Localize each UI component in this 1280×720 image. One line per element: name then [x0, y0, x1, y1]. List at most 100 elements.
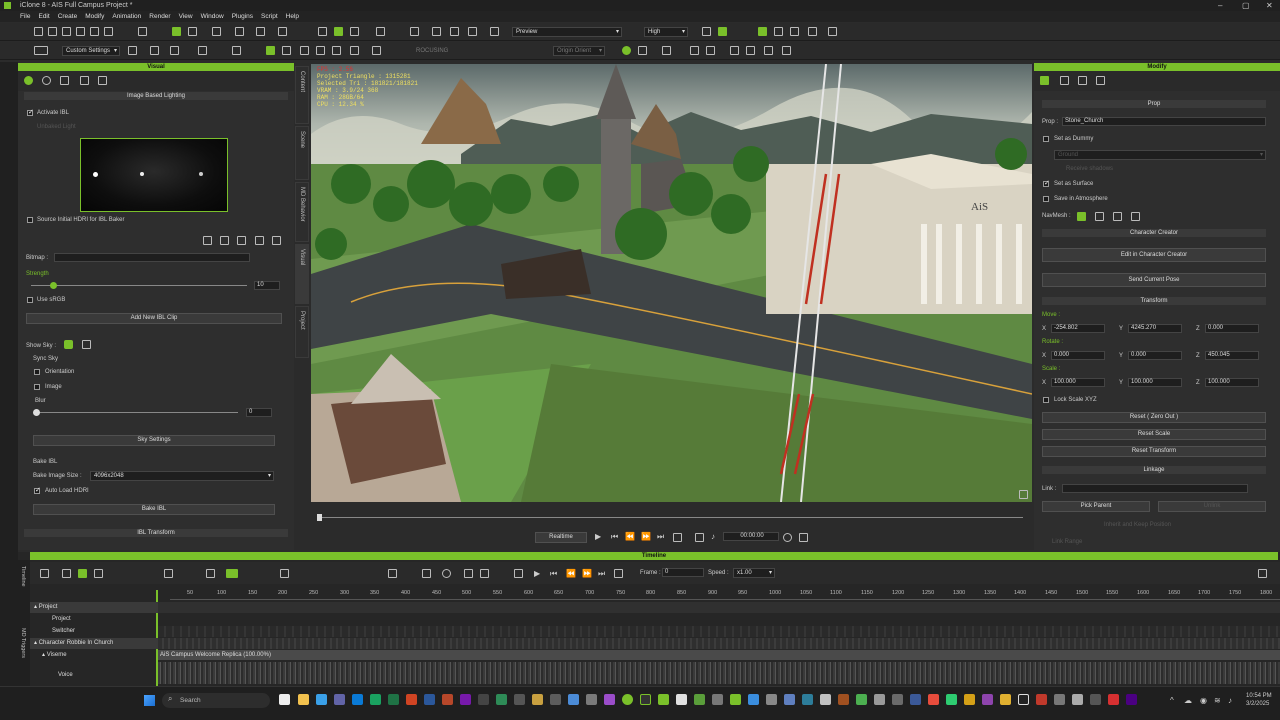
mirror-icon[interactable] — [690, 46, 699, 55]
tray-cloud-icon[interactable]: ☁ — [1184, 696, 1192, 705]
transform-header[interactable]: Transform — [1042, 297, 1266, 305]
multi-view-icon[interactable] — [468, 27, 477, 36]
app-icon-9[interactable] — [604, 694, 615, 705]
app-icon-3[interactable] — [496, 694, 507, 705]
grid-toggle-icon[interactable] — [316, 46, 325, 55]
use-srgb-checkbox[interactable] — [27, 297, 33, 303]
box-tab-icon[interactable] — [80, 76, 89, 85]
save-hdri-icon[interactable] — [220, 236, 229, 245]
iclone-icon[interactable] — [640, 694, 651, 705]
effect-tab-icon[interactable] — [98, 76, 107, 85]
speed-dropdown[interactable]: x1.00 — [733, 568, 775, 578]
loop-icon[interactable] — [673, 533, 682, 542]
physics-tab-icon[interactable] — [1096, 76, 1105, 85]
rotate-y-field[interactable]: 0.000 — [1128, 351, 1182, 360]
realtime-dropdown[interactable]: Realtime — [535, 532, 587, 543]
render-quality-dropdown[interactable]: Preview — [512, 27, 622, 37]
orientation-checkbox[interactable] — [34, 369, 40, 375]
menu-edit[interactable]: Edit — [38, 11, 49, 22]
wifi-icon[interactable]: ≋ — [1214, 696, 1221, 705]
app-icon-24[interactable] — [910, 694, 921, 705]
track-viseme[interactable]: ▴ Viseme — [30, 650, 168, 661]
md-triggers-tab[interactable]: MD Triggers — [20, 628, 26, 658]
sliders-icon[interactable] — [706, 46, 715, 55]
scale-icon[interactable] — [235, 27, 244, 36]
to-start-icon[interactable]: ⏮ — [611, 532, 618, 542]
menu-create[interactable]: Create — [58, 11, 78, 22]
prop-section-header[interactable]: Prop — [1042, 100, 1266, 108]
tl-start-icon[interactable]: ⏮ — [550, 569, 557, 579]
open-icon[interactable] — [48, 27, 57, 36]
switcher-track-lane[interactable] — [158, 626, 1280, 637]
blur-value[interactable]: 0 — [246, 408, 272, 417]
menu-view[interactable]: View — [179, 11, 193, 22]
character-creator-header[interactable]: Character Creator — [1042, 229, 1266, 237]
app-icon-11[interactable] — [676, 694, 687, 705]
pivot-icon[interactable] — [198, 46, 207, 55]
app-icon-21[interactable] — [856, 694, 867, 705]
set-surface-checkbox[interactable] — [1043, 179, 1050, 187]
maximize-button[interactable]: ▢ — [1242, 0, 1250, 11]
pick-icon[interactable] — [266, 46, 275, 55]
app-icon-31[interactable] — [1036, 694, 1047, 705]
app-icon-19[interactable] — [820, 694, 831, 705]
custom-settings-dropdown[interactable]: Custom Settings — [62, 46, 120, 56]
app-icon-16[interactable] — [766, 694, 777, 705]
app-icon-8[interactable] — [586, 694, 597, 705]
lock-icon[interactable] — [128, 46, 137, 55]
strength-slider-track[interactable] — [31, 282, 247, 289]
flag-icon[interactable] — [774, 27, 783, 36]
import-icon[interactable] — [76, 27, 85, 36]
render-icon[interactable] — [104, 27, 113, 36]
material-tab-icon[interactable] — [1078, 76, 1087, 85]
ibl-section-header[interactable]: Image Based Lighting — [24, 92, 288, 100]
blur-slider-track[interactable] — [33, 409, 238, 416]
track-switcher[interactable]: Switcher — [30, 626, 168, 637]
image-tab-icon[interactable] — [60, 76, 69, 85]
navmesh-obstacle-icon[interactable] — [1095, 212, 1104, 221]
camera-switch-icon[interactable] — [828, 27, 837, 36]
auto-load-hdri-checkbox[interactable] — [34, 486, 41, 494]
tl-end-icon[interactable]: ⏭ — [598, 569, 605, 579]
app-icon-23[interactable] — [892, 694, 903, 705]
link-field[interactable] — [1062, 484, 1248, 493]
strength-slider-thumb[interactable] — [49, 282, 57, 289]
puppet-icon[interactable] — [282, 46, 291, 55]
screen-icon[interactable] — [695, 533, 704, 542]
send-pose-button[interactable]: Send Current Pose — [1042, 273, 1266, 287]
app-icon-27[interactable] — [964, 694, 975, 705]
marker-icon[interactable] — [480, 569, 489, 578]
scale-z-field[interactable]: 100.000 — [1205, 378, 1259, 387]
viewport-expand-icon[interactable] — [1019, 490, 1028, 499]
ibl-transform-header[interactable]: IBL Transform — [24, 529, 288, 537]
app-icon-32[interactable] — [1054, 694, 1065, 705]
close-button[interactable]: ✕ — [1266, 0, 1273, 11]
app-icon-29[interactable] — [1000, 694, 1011, 705]
voice-waveform[interactable] — [158, 662, 1280, 684]
sim-icon[interactable] — [718, 27, 727, 36]
reset-zero-button[interactable]: Reset ( Zero Out ) — [1042, 412, 1266, 423]
nav-icon[interactable] — [758, 27, 767, 36]
side-tab-md-behavior[interactable]: MD Behavior — [295, 182, 309, 242]
app-icon-1[interactable] — [442, 694, 453, 705]
layout-icon[interactable] — [450, 27, 459, 36]
app-icon-20[interactable] — [838, 694, 849, 705]
save-atmosphere-checkbox[interactable] — [1043, 196, 1049, 202]
axis-icon[interactable] — [170, 46, 179, 55]
copy-hdri-icon[interactable] — [255, 236, 264, 245]
animation-tab-icon[interactable] — [1060, 76, 1069, 85]
source-hdri-checkbox[interactable] — [27, 217, 33, 223]
key-icon[interactable] — [78, 569, 87, 578]
show-sky-toggle-icon[interactable] — [64, 340, 73, 349]
reset-scale-button[interactable]: Reset Scale — [1042, 429, 1266, 440]
prop-name-field[interactable]: Stone_Church — [1062, 117, 1266, 126]
atmosphere-tab-icon[interactable] — [42, 76, 51, 85]
windows-start-icon[interactable] — [144, 695, 155, 706]
motion-direction-icon[interactable] — [34, 46, 48, 55]
track-list-icon[interactable] — [40, 569, 49, 578]
volume-icon[interactable]: ♪ — [1228, 696, 1232, 705]
edge-icon[interactable] — [316, 694, 327, 705]
character-track-lane[interactable] — [158, 638, 1280, 649]
snap-icon[interactable] — [150, 46, 159, 55]
align-center-icon[interactable] — [638, 46, 647, 55]
